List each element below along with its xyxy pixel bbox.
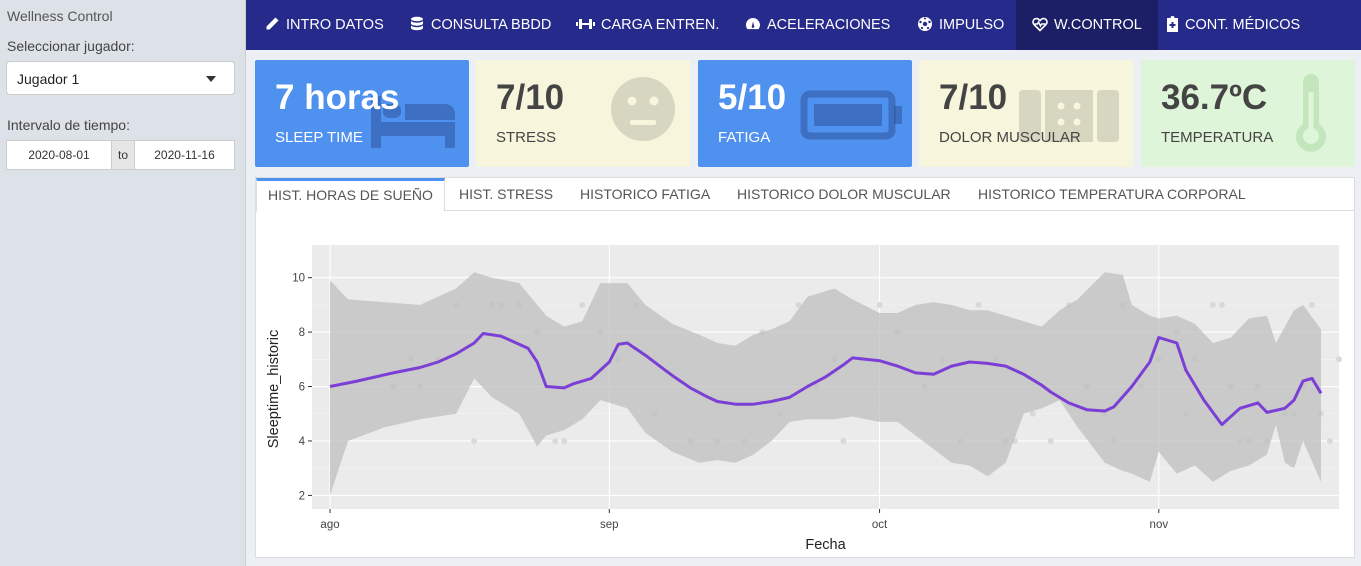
- tab-hist-stress[interactable]: HIST. STRESS: [448, 178, 564, 211]
- x-tick-label: nov: [1150, 519, 1169, 531]
- top-navbar: INTRO DATOS CONSULTA BBDD CARGA ENTREN. …: [246, 0, 1361, 50]
- data-point: [840, 437, 847, 444]
- sleep-label: SLEEP TIME: [275, 129, 363, 146]
- history-tabs: HIST. HORAS DE SUEÑO HIST. STRESS HISTOR…: [256, 178, 1354, 212]
- player-select-value: Jugador 1: [17, 71, 80, 87]
- data-point: [1326, 437, 1333, 444]
- date-start-input[interactable]: 2020-08-01: [6, 140, 112, 170]
- y-tick-label: 10: [292, 273, 305, 285]
- tab-hist-horas-sueno[interactable]: HIST. HORAS DE SUEÑO: [256, 178, 445, 212]
- tab-historico-dolor-muscular[interactable]: HISTORICO DOLOR MUSCULAR: [726, 178, 962, 211]
- data-point: [975, 301, 982, 308]
- nav-carga-entren[interactable]: CARGA ENTREN.: [576, 0, 719, 50]
- player-select-label: Seleccionar jugador:: [7, 38, 135, 54]
- nav-label: INTRO DATOS: [286, 17, 384, 33]
- nav-aceleraciones[interactable]: ACELERACIONES: [745, 0, 890, 50]
- fatiga-label: FATIGA: [718, 129, 771, 146]
- nav-label: ACELERACIONES: [767, 17, 891, 33]
- dolor-value: 7/10: [939, 78, 1008, 117]
- sidebar: Wellness Control Seleccionar jugador: Ju…: [0, 0, 246, 566]
- x-tick-label: oct: [872, 519, 888, 531]
- stress-label: STRESS: [496, 129, 557, 146]
- battery-icon: [800, 90, 904, 145]
- y-tick-label: 6: [299, 382, 305, 394]
- data-point: [579, 301, 586, 308]
- value-box-fatiga: 5/10 FATIGA: [698, 60, 912, 167]
- futbol-icon: [917, 3, 933, 31]
- tab-historico-fatiga[interactable]: HISTORICO FATIGA: [569, 178, 721, 211]
- nav-label: CONSULTA BBDD: [431, 17, 552, 33]
- nav-consulta-bbdd[interactable]: CONSULTA BBDD: [409, 0, 551, 50]
- player-select[interactable]: Jugador 1: [6, 61, 235, 95]
- data-point: [471, 437, 478, 444]
- y-tick-label: 8: [299, 327, 305, 339]
- tab-historico-temperatura[interactable]: HISTORICO TEMPERATURA CORPORAL: [967, 178, 1257, 211]
- value-box-temperatura: 36.7ºC TEMPERATURA: [1141, 60, 1355, 167]
- chevron-down-icon: [206, 76, 216, 82]
- nav-intro-datos[interactable]: INTRO DATOS: [264, 0, 384, 50]
- x-tick-label: sep: [600, 519, 619, 531]
- database-icon: [409, 3, 425, 31]
- data-point: [1209, 301, 1216, 308]
- x-tick-label: ago: [320, 519, 339, 531]
- pencil-icon: [264, 3, 280, 30]
- value-box-sleep: 7 horas SLEEP TIME: [255, 60, 469, 167]
- nav-cont-medicos[interactable]: CONT. MÉDICOS: [1166, 0, 1300, 50]
- data-point: [552, 437, 559, 444]
- thermometer-icon: [1291, 74, 1331, 159]
- data-point: [1218, 301, 1225, 308]
- nav-w-control[interactable]: W.CONTROL: [1016, 0, 1158, 50]
- data-point: [561, 437, 568, 444]
- data-point: [876, 301, 883, 308]
- sleep-value: 7 horas: [275, 78, 400, 117]
- data-point: [1308, 301, 1315, 308]
- interval-label: Intervalo de tiempo:: [7, 117, 130, 133]
- stress-value: 7/10: [496, 78, 565, 117]
- sidebar-title: Wellness Control: [7, 8, 113, 24]
- nav-label: CARGA ENTREN.: [601, 17, 720, 33]
- medical-file-icon: [1166, 3, 1179, 32]
- sleep-history-chart: 2 4 6 8 10 ago sep oct nov Fecha Sleeptime_histori…: [266, 245, 1342, 553]
- dumbbell-icon: [576, 3, 595, 29]
- temperatura-label: TEMPERATURA: [1161, 129, 1274, 146]
- heartbeat-icon: [1032, 3, 1048, 32]
- date-end-input[interactable]: 2020-11-16: [134, 140, 235, 170]
- fatiga-value: 5/10: [718, 78, 787, 117]
- data-point: [1336, 356, 1342, 363]
- nav-label: IMPULSO: [939, 17, 1005, 33]
- dolor-label: DOLOR MUSCULAR: [939, 129, 1081, 146]
- y-axis-title: Sleeptime_historic: [266, 330, 282, 448]
- value-box-stress: 7/10 STRESS: [476, 60, 690, 167]
- temperatura-value: 36.7ºC: [1161, 78, 1268, 117]
- date-range-separator: to: [112, 140, 134, 170]
- history-panel: HIST. HORAS DE SUEÑO HIST. STRESS HISTOR…: [255, 177, 1355, 558]
- meh-face-icon: [610, 76, 676, 147]
- tachometer-icon: [745, 3, 761, 30]
- data-point: [1029, 410, 1036, 417]
- data-point: [1047, 437, 1054, 444]
- x-axis-title: Fecha: [805, 537, 846, 553]
- nav-label: W.CONTROL: [1054, 17, 1142, 33]
- nav-impulso[interactable]: IMPULSO: [917, 0, 1004, 50]
- value-box-dolor: 7/10 DOLOR MUSCULAR: [919, 60, 1133, 167]
- date-range: 2020-08-01 to 2020-11-16: [6, 140, 235, 170]
- y-tick-label: 2: [299, 490, 305, 502]
- nav-label: CONT. MÉDICOS: [1185, 17, 1301, 33]
- y-tick-label: 4: [299, 436, 306, 448]
